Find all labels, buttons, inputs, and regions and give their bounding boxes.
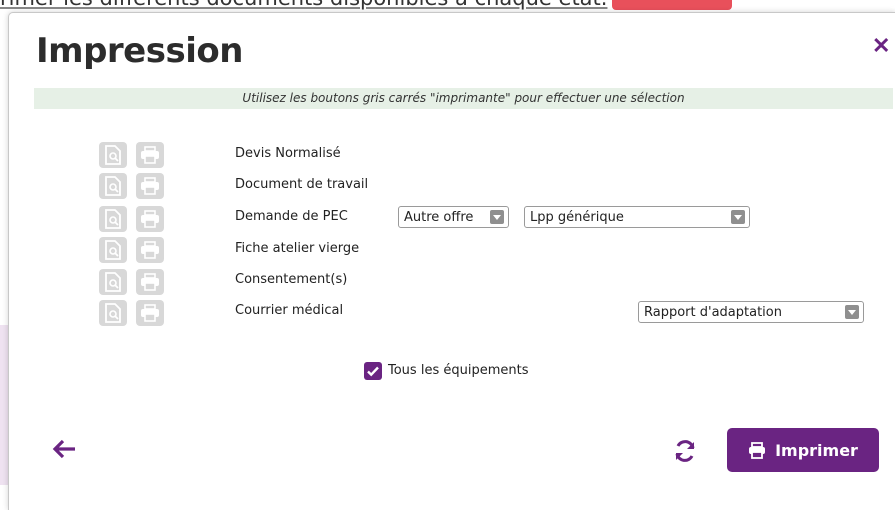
- print-submit-label: Imprimer: [775, 440, 858, 460]
- check-icon: [367, 366, 379, 377]
- print-button-document-travail[interactable]: [136, 173, 164, 199]
- document-label: Courrier médical: [235, 303, 344, 318]
- chevron-down-icon: [845, 305, 859, 319]
- printer-icon: [141, 177, 159, 195]
- back-arrow-icon[interactable]: [51, 438, 77, 460]
- background-badge: [612, 0, 732, 10]
- document-label: Consentement(s): [235, 272, 348, 287]
- print-button-devis[interactable]: [136, 142, 164, 168]
- document-label: Fiche atelier vierge: [235, 241, 360, 256]
- preview-button-fiche-atelier[interactable]: [99, 237, 127, 263]
- chevron-down-icon: [490, 210, 504, 224]
- close-icon[interactable]: ✕: [872, 33, 890, 59]
- print-modal: Impression ✕ Utilisez les boutons gris c…: [8, 12, 895, 510]
- document-label: Devis Normalisé: [235, 146, 341, 161]
- preview-button-devis[interactable]: [99, 142, 127, 168]
- pec-offer-select[interactable]: Autre offre: [398, 206, 509, 228]
- print-button-demande-pec[interactable]: [136, 206, 164, 232]
- preview-icon: [105, 240, 121, 260]
- modal-title: Impression: [36, 31, 243, 71]
- pec-lpp-value: Lpp générique: [530, 210, 624, 225]
- all-equipment-label: Tous les équipements: [388, 363, 529, 378]
- preview-button-courrier-medical[interactable]: [99, 300, 127, 326]
- document-label: Document de travail: [235, 177, 369, 192]
- preview-button-document-travail[interactable]: [99, 173, 127, 199]
- pec-lpp-select[interactable]: Lpp générique: [524, 206, 750, 228]
- background-page-text: rimer les différents documents disponibl…: [0, 0, 607, 10]
- print-button-fiche-atelier[interactable]: [136, 237, 164, 263]
- print-submit-button[interactable]: Imprimer: [727, 428, 879, 472]
- printer-icon: [141, 146, 159, 164]
- preview-button-consentement[interactable]: [99, 269, 127, 295]
- printer-icon: [749, 441, 766, 459]
- courrier-type-select[interactable]: Rapport d'adaptation: [638, 301, 864, 323]
- courrier-type-value: Rapport d'adaptation: [644, 305, 782, 320]
- preview-button-demande-pec[interactable]: [99, 206, 127, 232]
- refresh-icon[interactable]: [673, 439, 697, 463]
- print-button-consentement[interactable]: [136, 269, 164, 295]
- preview-icon: [105, 272, 121, 292]
- printer-icon: [141, 273, 159, 291]
- printer-icon: [141, 304, 159, 322]
- preview-icon: [105, 176, 121, 196]
- preview-icon: [105, 145, 121, 165]
- all-equipment-checkbox[interactable]: [364, 362, 382, 380]
- chevron-down-icon: [731, 210, 745, 224]
- preview-icon: [105, 209, 121, 229]
- print-button-courrier-medical[interactable]: [136, 300, 164, 326]
- preview-icon: [105, 303, 121, 323]
- selection-hint: Utilisez les boutons gris carrés "imprim…: [34, 88, 893, 109]
- document-label: Demande de PEC: [235, 209, 348, 224]
- pec-offer-value: Autre offre: [404, 210, 474, 225]
- printer-icon: [141, 210, 159, 228]
- printer-icon: [141, 241, 159, 259]
